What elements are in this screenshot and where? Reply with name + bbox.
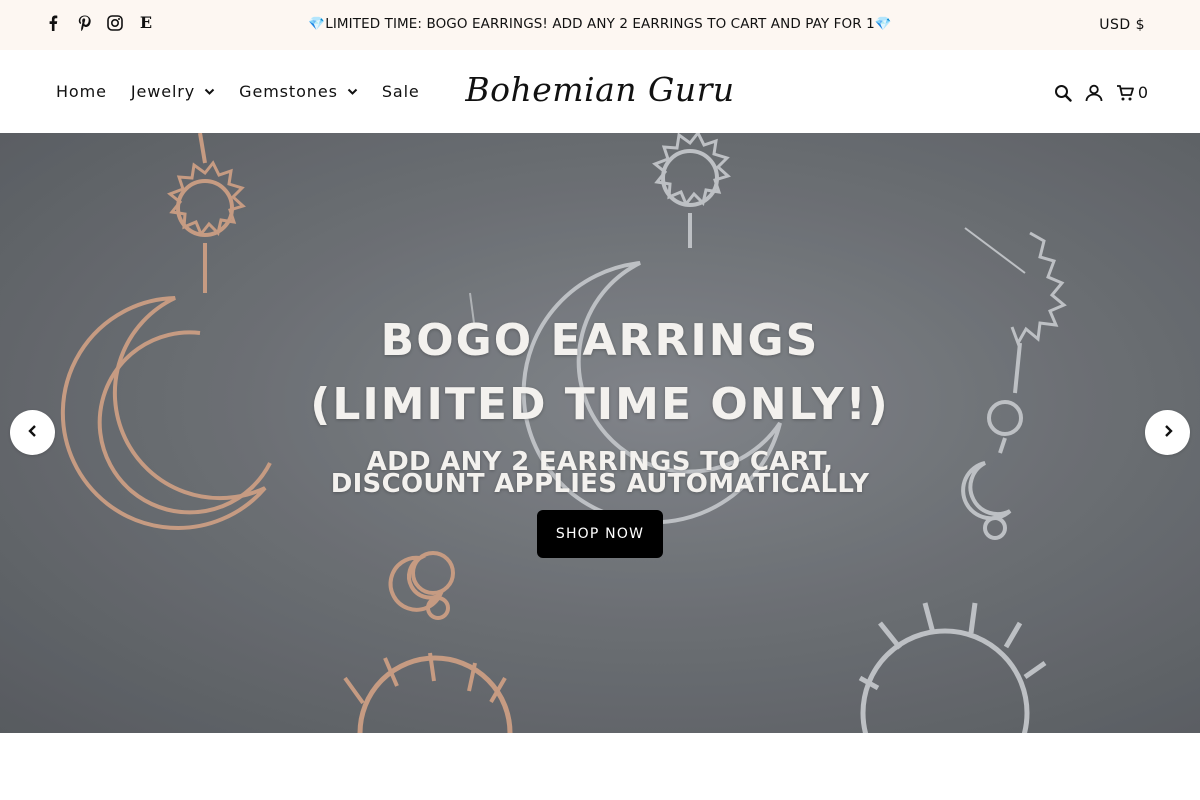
hero-subtitle-line-2: DISCOUNT APPLIES AUTOMATICALLY (330, 469, 870, 499)
shop-now-button[interactable]: SHOP NOW (537, 510, 663, 558)
chevron-left-icon (27, 423, 39, 442)
hero-subtitle: ADD ANY 2 EARRINGS TO CART, DISCOUNT APP… (0, 449, 1200, 499)
site-header: Home Jewelry Gemstones Sale Bohemian Gur… (0, 50, 1200, 133)
gem-icon: 💎 (308, 16, 326, 32)
gem-icon: 💎 (874, 16, 892, 32)
announcement-bar: E 💎LIMITED TIME: BOGO EARRINGS! ADD ANY … (0, 0, 1200, 50)
announcement-message: LIMITED TIME: BOGO EARRINGS! ADD ANY 2 E… (325, 16, 875, 32)
account-icon[interactable] (1085, 84, 1103, 102)
slideshow-next-button[interactable] (1145, 410, 1190, 455)
cart-count: 0 (1137, 83, 1148, 102)
search-icon[interactable] (1054, 84, 1072, 102)
hero-title: BOGO EARRINGS (LIMITED TIME ONLY!) (0, 309, 1200, 437)
cart-icon[interactable]: 0 (1116, 83, 1148, 102)
slideshow-prev-button[interactable] (10, 410, 55, 455)
header-icons: 0 (1054, 83, 1148, 102)
chevron-right-icon (1162, 423, 1174, 442)
logo-text: Bohemian Guru (465, 70, 735, 109)
announcement-text[interactable]: 💎LIMITED TIME: BOGO EARRINGS! ADD ANY 2 … (0, 16, 1200, 32)
site-logo[interactable]: Bohemian Guru (0, 70, 1200, 109)
hero-slideshow: BOGO EARRINGS (LIMITED TIME ONLY!) ADD A… (0, 133, 1200, 733)
hero-title-line-2: (LIMITED TIME ONLY!) (310, 379, 890, 430)
hero-title-line-1: BOGO EARRINGS (380, 315, 820, 366)
currency-selector[interactable]: USD $ (1099, 17, 1145, 33)
